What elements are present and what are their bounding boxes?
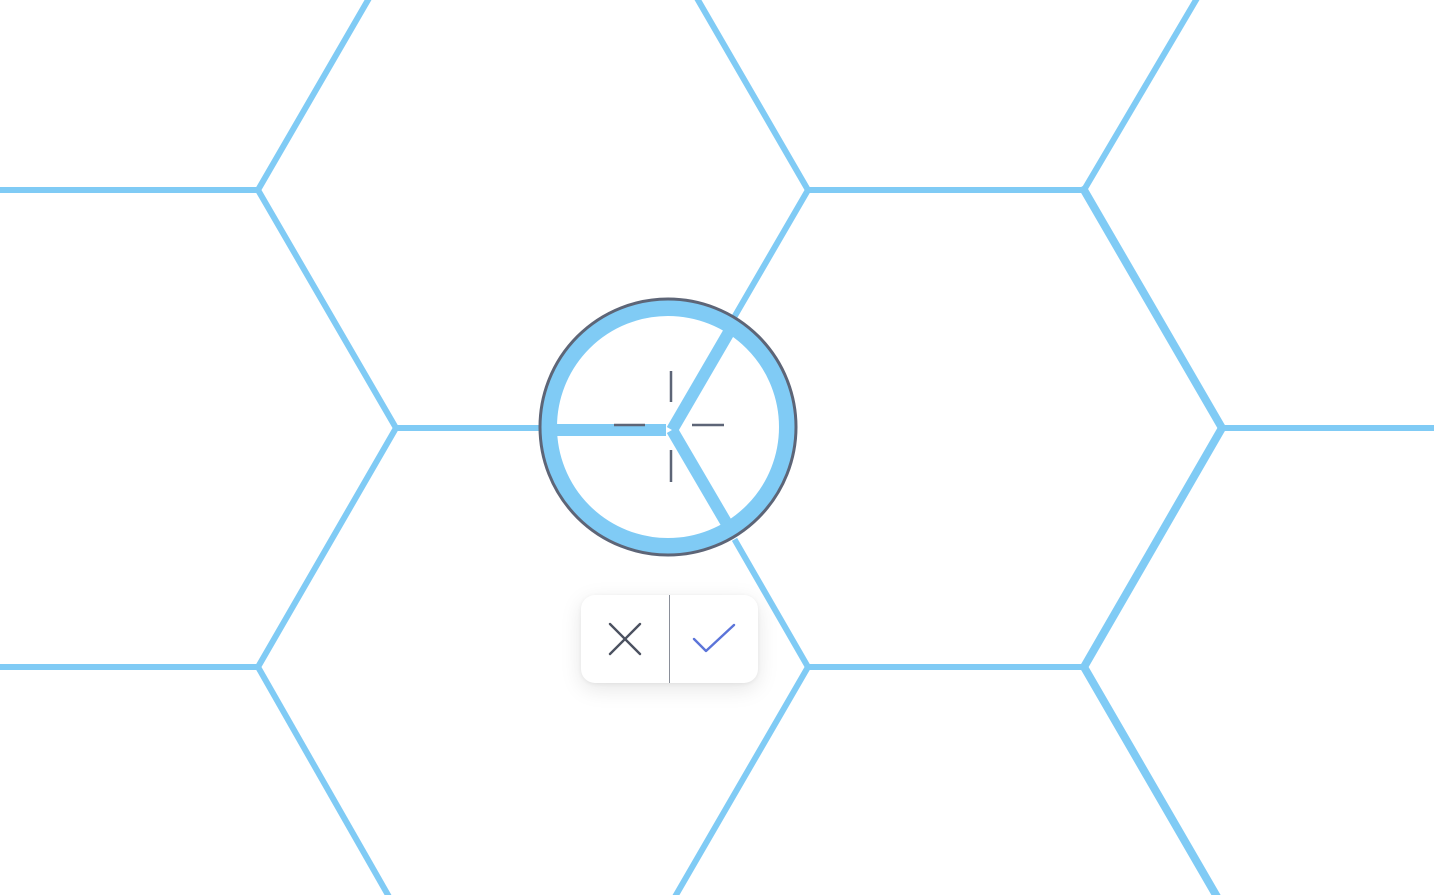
grid-edge xyxy=(672,662,813,895)
checkmark-icon xyxy=(692,623,736,653)
close-icon xyxy=(608,622,642,656)
grid-edge xyxy=(253,423,401,672)
grid-edge xyxy=(253,185,401,433)
cancel-button[interactable] xyxy=(581,595,669,683)
grid-edge xyxy=(253,0,372,195)
grid-edge xyxy=(1078,422,1228,673)
grid-edge xyxy=(1078,661,1221,895)
grid-edge xyxy=(694,0,813,195)
confirm-button[interactable] xyxy=(670,595,758,683)
grid-edge xyxy=(1078,184,1228,434)
magnifier-loupe[interactable] xyxy=(538,297,798,557)
hex-grid-canvas[interactable] xyxy=(0,0,1434,895)
confirm-toolbar xyxy=(581,595,758,683)
grid-edge xyxy=(1079,0,1200,195)
grid-edge xyxy=(253,662,392,895)
grid-edge xyxy=(731,185,813,319)
